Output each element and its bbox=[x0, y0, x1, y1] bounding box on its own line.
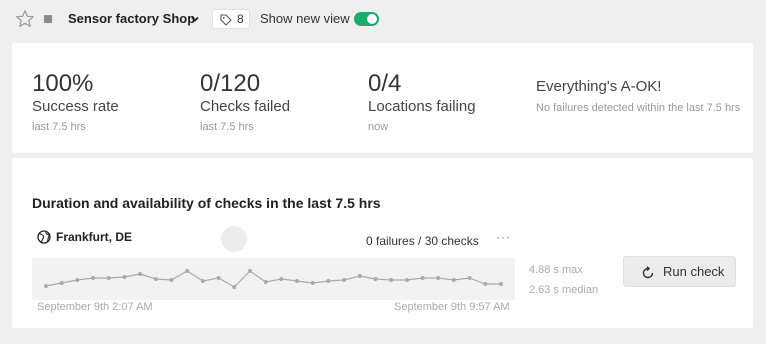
status-title: Everything's A-OK! bbox=[536, 78, 662, 95]
stat-value: 100% bbox=[32, 70, 94, 97]
sparkline-point bbox=[279, 277, 284, 281]
sparkline-point bbox=[232, 285, 237, 289]
sparkline-point bbox=[436, 276, 441, 280]
stat-sub: now bbox=[368, 121, 389, 133]
sparkline-point bbox=[342, 278, 347, 282]
median-duration: 2.63 s median bbox=[529, 284, 599, 296]
stat-checks-failed: 0/120 Checks failed last 7.5 hrs bbox=[200, 70, 290, 134]
sparkline-point bbox=[451, 278, 456, 282]
toggle-knob bbox=[367, 14, 377, 24]
checks-card: Duration and availability of checks in t… bbox=[12, 158, 753, 328]
show-new-view-toggle[interactable] bbox=[354, 12, 379, 26]
sparkline-point bbox=[200, 279, 205, 283]
sparkline-point bbox=[483, 282, 488, 286]
sparkline-point bbox=[75, 278, 80, 282]
stat-sub: last 7.5 hrs bbox=[200, 121, 254, 133]
stat-locations-failing: 0/4 Locations failing now bbox=[368, 70, 476, 134]
status-sub: No failures detected within the last 7.5… bbox=[536, 102, 741, 114]
sparkline-point bbox=[389, 278, 394, 282]
tag-icon bbox=[220, 14, 232, 26]
sparkline-point bbox=[326, 279, 331, 283]
sparkline-point bbox=[153, 277, 158, 281]
sparkline-point bbox=[185, 269, 190, 273]
end-time: September 9th 9:57 AM bbox=[394, 301, 510, 313]
sparkline-series-line bbox=[45, 270, 501, 288]
stat-label: Checks failed bbox=[200, 98, 291, 115]
section-title: Duration and availability of checks in t… bbox=[32, 195, 381, 211]
stat-value: 0/4 bbox=[368, 70, 402, 97]
sparkline-point bbox=[44, 284, 48, 288]
sparkline-point bbox=[91, 276, 96, 280]
sparkline-point bbox=[216, 276, 221, 280]
run-check-label: Run check bbox=[663, 264, 725, 279]
sparkline-point bbox=[467, 276, 472, 280]
stat-label: Locations failing bbox=[368, 98, 476, 115]
location-label: Frankfurt, DE bbox=[56, 230, 133, 244]
start-time: September 9th 2:07 AM bbox=[37, 301, 153, 313]
run-check-button[interactable]: Run check bbox=[623, 256, 736, 287]
status-square-icon bbox=[44, 15, 52, 23]
star-icon[interactable] bbox=[15, 9, 35, 29]
sparkline-point bbox=[404, 278, 409, 282]
tag-count: 8 bbox=[237, 12, 244, 26]
sparkline-point bbox=[248, 269, 252, 273]
sparkline-point bbox=[122, 275, 127, 279]
tags-button[interactable]: 8 bbox=[212, 9, 250, 29]
show-new-view-label: Show new view bbox=[260, 11, 350, 26]
top-bar: Sensor factory Shop 8 Show new view bbox=[0, 0, 766, 40]
sparkline-point bbox=[310, 281, 315, 285]
sparkline-point bbox=[295, 279, 299, 283]
refresh-icon bbox=[642, 266, 654, 279]
sparkline-point bbox=[357, 274, 362, 278]
status-summary: Everything's A-OK! No failures detected … bbox=[536, 70, 741, 116]
sparkline-point bbox=[169, 278, 174, 282]
stats-card: 100% Success rate last 7.5 hrs 0/120 Che… bbox=[12, 43, 753, 153]
sparkline-point bbox=[420, 276, 425, 280]
sparkline-point bbox=[59, 281, 64, 285]
more-options-button[interactable]: ··· bbox=[496, 230, 511, 244]
sparkline-point bbox=[106, 276, 111, 280]
sparkline-point bbox=[373, 277, 378, 281]
duration-sparkline bbox=[44, 269, 503, 289]
sparkline-point bbox=[499, 282, 503, 286]
stat-success-rate: 100% Success rate last 7.5 hrs bbox=[32, 70, 119, 134]
failures-summary: 0 failures / 30 checks bbox=[366, 234, 479, 248]
stat-value: 0/120 bbox=[200, 70, 261, 97]
globe-icon bbox=[37, 230, 51, 244]
sparkline-point bbox=[138, 272, 143, 276]
shop-name[interactable]: Sensor factory Shop bbox=[68, 11, 195, 26]
chevron-down-icon[interactable] bbox=[190, 14, 200, 24]
sparkline-point bbox=[263, 280, 268, 284]
loading-indicator bbox=[221, 226, 247, 252]
stat-label: Success rate bbox=[32, 98, 119, 115]
stat-sub: last 7.5 hrs bbox=[32, 121, 86, 133]
max-duration: 4.88 s max bbox=[529, 264, 583, 276]
